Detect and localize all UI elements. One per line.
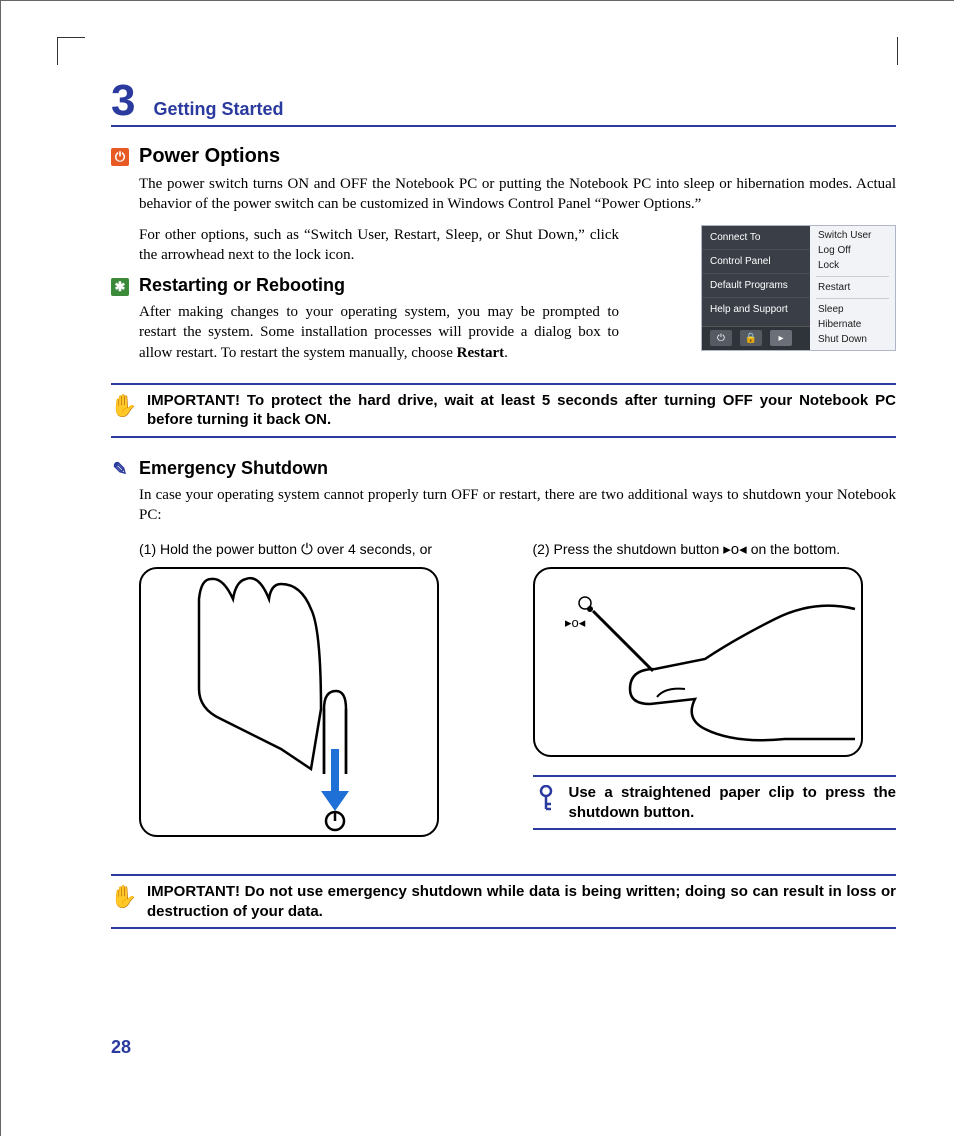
- pencil-icon: ✎: [111, 461, 129, 479]
- menu-item: Lock: [810, 258, 895, 273]
- menu-item: Hibernate: [810, 317, 895, 332]
- text-run: (1) Hold the power button: [139, 541, 297, 557]
- chapter-number: 3: [111, 79, 135, 123]
- menu-item: Sleep: [810, 302, 895, 317]
- menu-item: Help and Support: [702, 297, 810, 321]
- bold-text: Restart: [457, 345, 504, 361]
- body-paragraph: The power switch turns ON and OFF the No…: [139, 174, 896, 215]
- key-icon: [533, 783, 559, 811]
- power-options-area: For other options, such as “Switch User,…: [111, 225, 896, 363]
- instruction-col-2: (2) Press the shutdown button ▸o◂ on the…: [533, 541, 897, 850]
- start-menu-power-bar: ⏻ 🔒 ▸: [702, 326, 810, 350]
- menu-item: Control Panel: [702, 249, 810, 273]
- power-button-icon: ⏻: [710, 330, 732, 346]
- reset-hole-icon: ▸o◂: [723, 542, 746, 557]
- chapter-title: Getting Started: [153, 99, 283, 120]
- windows-start-menu-screenshot: Connect To Control Panel Default Program…: [701, 225, 896, 351]
- body-paragraph: After making changes to your operating s…: [139, 302, 619, 363]
- important-note: ✋ IMPORTANT! To protect the hard drive, …: [111, 383, 896, 438]
- crop-mark: [57, 37, 85, 65]
- separator: [816, 298, 889, 299]
- snowflake-icon: ✱: [111, 278, 129, 296]
- section-emergency-shutdown: ✎ Emergency Shutdown: [111, 458, 896, 479]
- chapter-header: 3 Getting Started: [111, 79, 896, 127]
- crop-mark: [880, 37, 898, 65]
- menu-item: Default Programs: [702, 273, 810, 297]
- page-number: 28: [111, 1037, 131, 1058]
- hand-icon: ✋: [111, 391, 137, 419]
- text-run: (2) Press the shutdown button: [533, 541, 720, 557]
- section-power-options: ⏻ Power Options: [111, 145, 896, 168]
- start-menu-left-pane: Connect To Control Panel Default Program…: [702, 226, 810, 350]
- menu-item: Log Off: [810, 243, 895, 258]
- instruction-row: (1) Hold the power button ⏻ over 4 secon…: [139, 541, 896, 850]
- section-heading: Restarting or Rebooting: [139, 275, 345, 296]
- power-icon: ⏻: [301, 542, 313, 557]
- manual-page: 3 Getting Started ⏻ Power Options The po…: [0, 0, 954, 1136]
- note-text: IMPORTANT! Do not use emergency shutdown…: [147, 882, 896, 921]
- start-menu-flyout: Switch User Log Off Lock Restart Sleep H…: [810, 226, 895, 350]
- tip-note: Use a straightened paper clip to press t…: [533, 775, 897, 830]
- svg-text:▸o◂: ▸o◂: [565, 615, 586, 630]
- text-run: After making changes to your operating s…: [139, 304, 619, 361]
- hand-icon: ✋: [111, 882, 137, 910]
- power-icon: ⏻: [111, 148, 129, 166]
- instruction-label: (1) Hold the power button ⏻ over 4 secon…: [139, 541, 503, 557]
- illustration-paperclip: ▸o◂: [533, 567, 863, 757]
- menu-item: Connect To: [702, 226, 810, 249]
- note-text: IMPORTANT! To protect the hard drive, wa…: [147, 391, 896, 430]
- instruction-label: (2) Press the shutdown button ▸o◂ on the…: [533, 541, 897, 557]
- illustration-hold-power: [139, 567, 439, 837]
- menu-item: Shut Down: [810, 332, 895, 347]
- section-heading: Power Options: [139, 145, 280, 168]
- separator: [816, 276, 889, 277]
- body-paragraph: For other options, such as “Switch User,…: [139, 225, 619, 266]
- note-text: Use a straightened paper clip to press t…: [569, 783, 897, 822]
- menu-item: Restart: [810, 280, 895, 295]
- text-run: .: [504, 345, 508, 361]
- text-run: over 4 seconds, or: [317, 541, 432, 557]
- lock-icon: 🔒: [740, 330, 762, 346]
- important-note: ✋ IMPORTANT! Do not use emergency shutdo…: [111, 874, 896, 929]
- chevron-right-icon: ▸: [770, 330, 792, 346]
- body-paragraph: In case your operating system cannot pro…: [139, 485, 896, 526]
- instruction-col-1: (1) Hold the power button ⏻ over 4 secon…: [139, 541, 503, 850]
- section-heading: Emergency Shutdown: [139, 458, 328, 479]
- text-run: on the bottom.: [751, 541, 841, 557]
- menu-item: Switch User: [810, 228, 895, 243]
